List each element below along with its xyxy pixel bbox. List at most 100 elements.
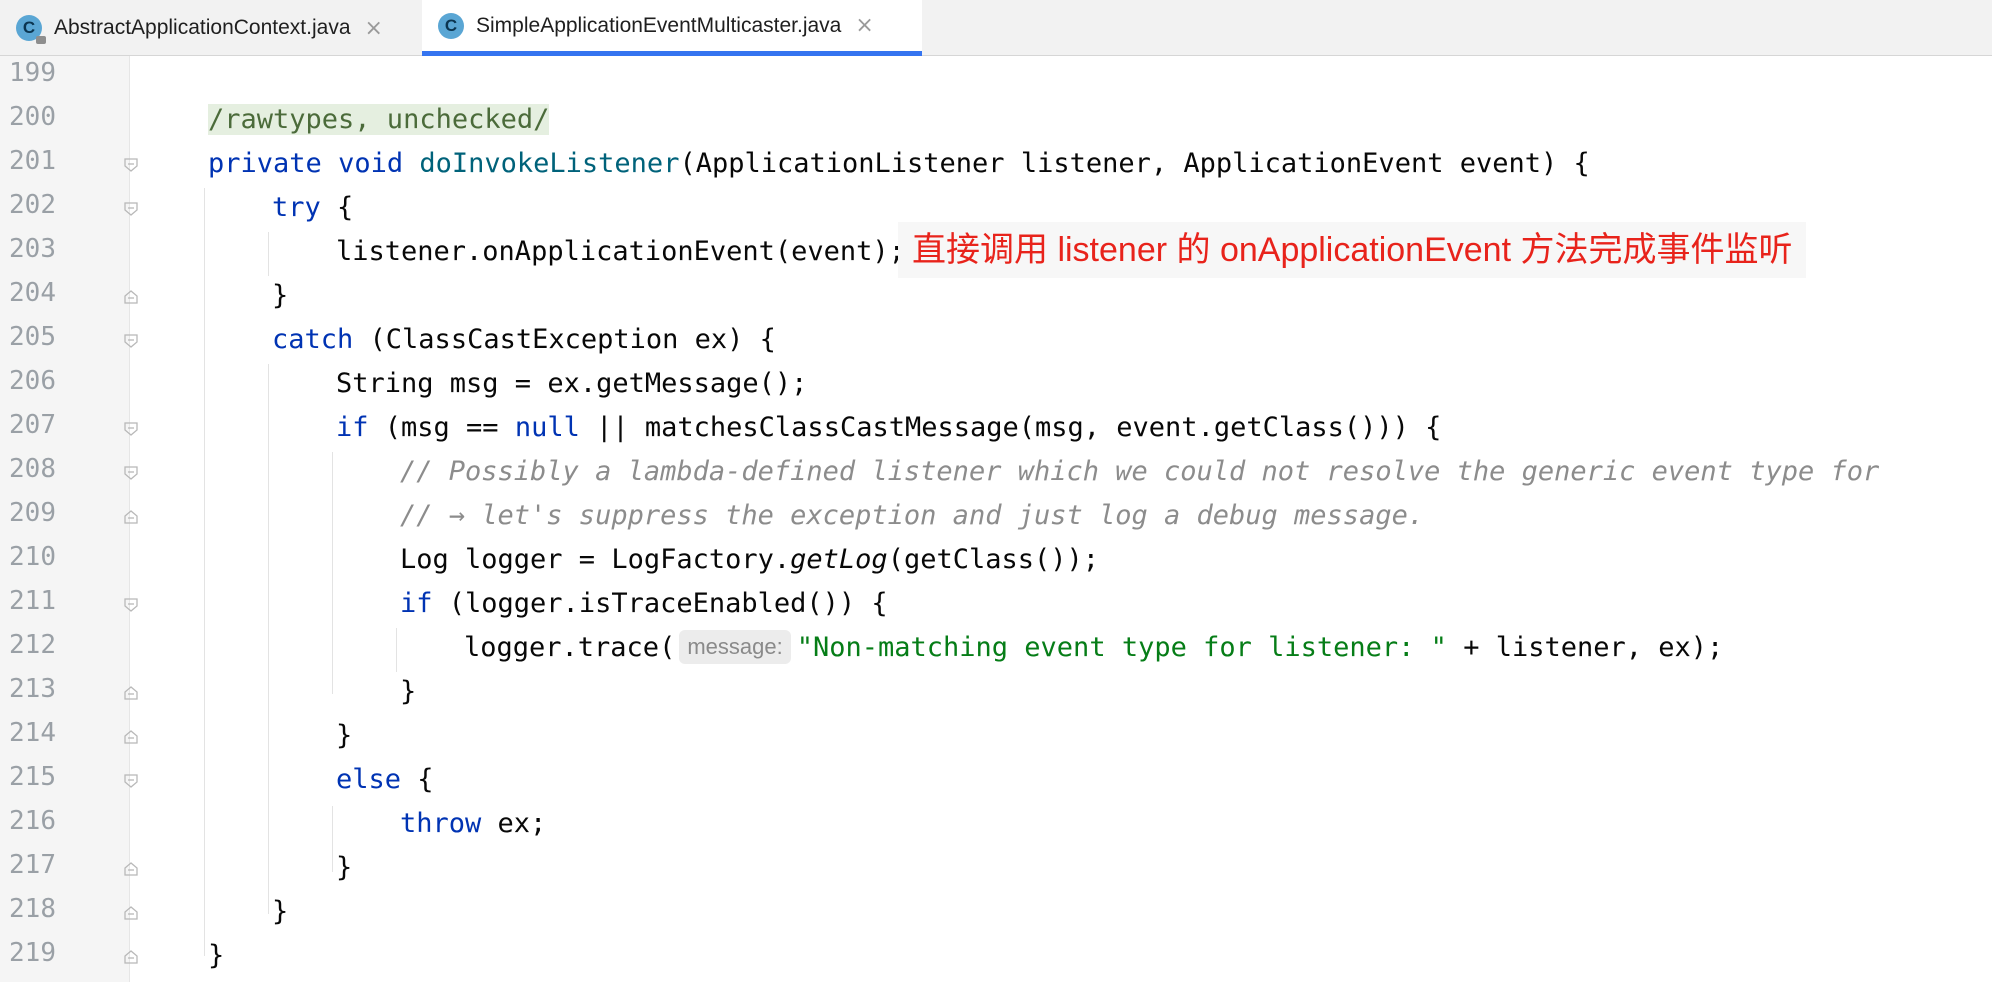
code-line-210: Log logger = LogFactory.getLog(getClass(… — [400, 538, 1099, 582]
code-line-205: catch (ClassCastException ex) { — [272, 318, 776, 362]
code-text: listener.onApplicationEvent(event); — [336, 236, 905, 267]
code-line-203: listener.onApplicationEvent(event); — [336, 230, 905, 274]
fold-open-icon[interactable] — [124, 422, 138, 436]
code-text: (msg == — [368, 412, 515, 443]
code-line-218: } — [272, 890, 288, 934]
fold-open-icon[interactable] — [124, 202, 138, 216]
line-number: 199 — [9, 58, 56, 88]
line-number: 205 — [9, 322, 56, 352]
method-name: doInvokeListener — [419, 148, 680, 179]
line-number: 219 — [9, 938, 56, 968]
keyword: if — [400, 588, 433, 619]
fold-close-icon[interactable] — [124, 510, 138, 524]
keyword: else — [336, 764, 402, 795]
code-line-213: } — [400, 670, 416, 714]
parameter-hint: message: — [679, 630, 791, 664]
code-line-219: } — [208, 934, 224, 978]
keyword: null — [514, 412, 580, 443]
line-number: 216 — [9, 806, 56, 836]
code-text: (logger.isTraceEnabled()) { — [432, 588, 888, 619]
code-line-202: try { — [272, 186, 353, 230]
line-number: 203 — [9, 234, 56, 264]
code-text: } — [336, 852, 353, 883]
code-line-216: throw ex; — [400, 802, 546, 846]
comment: // → let's suppress the exception and ju… — [400, 500, 1425, 531]
code-text: logger.trace( — [464, 632, 676, 663]
line-number: 208 — [9, 454, 56, 484]
close-icon[interactable]: × — [365, 16, 383, 41]
line-number: 207 — [9, 410, 56, 440]
code-line-201: private void doInvokeListener(Applicatio… — [208, 142, 1590, 186]
fold-close-icon[interactable] — [124, 730, 138, 744]
line-number: 200 — [9, 102, 56, 132]
keyword: private — [208, 148, 322, 179]
tab-abstract-application-context[interactable]: C AbstractApplicationContext.java × — [0, 0, 418, 56]
code-line-204: } — [272, 274, 288, 318]
line-number: 218 — [9, 894, 56, 924]
line-number: 202 — [9, 190, 56, 220]
fold-close-icon[interactable] — [124, 862, 138, 876]
close-icon[interactable]: × — [855, 13, 873, 38]
code-line-211: if (logger.isTraceEnabled()) { — [400, 582, 888, 626]
code-text: (ClassCastException ex) { — [353, 324, 776, 355]
keyword: throw — [400, 808, 482, 839]
indent-guide — [332, 452, 333, 694]
keyword: if — [336, 412, 369, 443]
indent-guide — [268, 364, 269, 914]
code-text: Log logger = LogFactory. — [400, 544, 791, 575]
code-text: String msg = ex.getMessage(); — [336, 368, 808, 399]
class-file-icon: C — [438, 12, 464, 39]
fold-close-icon[interactable] — [124, 950, 138, 964]
code-text: || matchesClassCastMessage(msg, event.ge… — [579, 412, 1442, 443]
line-number: 214 — [9, 718, 56, 748]
code-line-206: String msg = ex.getMessage(); — [336, 362, 807, 406]
line-number: 209 — [9, 498, 56, 528]
line-number: 201 — [9, 146, 56, 176]
indent-guide — [204, 188, 205, 956]
indent-guide — [396, 628, 397, 672]
code-text: } — [208, 940, 225, 971]
explanation-note: 直接调用 listener 的 onApplicationEvent 方法完成事… — [898, 222, 1807, 278]
code-line-214: } — [336, 714, 352, 758]
code-line-208: // Possibly a lambda-defined listener wh… — [400, 450, 1879, 494]
fold-close-icon[interactable] — [124, 686, 138, 700]
code-line-217: } — [336, 846, 352, 890]
code-text: } — [400, 676, 417, 707]
code-line-207: if (msg == null || matchesClassCastMessa… — [336, 406, 1441, 450]
line-number: 206 — [9, 366, 56, 396]
fold-open-icon[interactable] — [124, 598, 138, 612]
code-text: } — [336, 720, 353, 751]
comment: // Possibly a lambda-defined listener wh… — [400, 456, 1880, 487]
line-number: 213 — [9, 674, 56, 704]
class-file-icon: C — [16, 15, 46, 44]
fold-open-icon[interactable] — [124, 158, 138, 172]
code-text: (getClass()); — [887, 544, 1100, 575]
code-text: } — [272, 896, 289, 927]
indent-guide — [268, 232, 269, 276]
line-number: 217 — [9, 850, 56, 880]
fold-close-icon[interactable] — [124, 290, 138, 304]
line-number: 212 — [9, 630, 56, 660]
line-number: 210 — [9, 542, 56, 572]
code-line-212: logger.trace(message: "Non-matching event… — [464, 626, 1723, 670]
indent-guide — [332, 806, 333, 872]
fold-open-icon[interactable] — [124, 466, 138, 480]
annotation-text: /rawtypes, unchecked/ — [208, 104, 550, 135]
line-number: 204 — [9, 278, 56, 308]
code-text: { — [320, 192, 354, 223]
code-text: } — [272, 280, 289, 311]
code-text: (ApplicationListener listener, Applicati… — [679, 148, 1590, 179]
line-number: 211 — [9, 586, 56, 616]
code-line-215: else { — [336, 758, 434, 802]
line-number: 215 — [9, 762, 56, 792]
fold-open-icon[interactable] — [124, 334, 138, 348]
code-text: ex; — [481, 808, 547, 839]
tab-label: AbstractApplicationContext.java — [54, 16, 351, 39]
fold-close-icon[interactable] — [124, 906, 138, 920]
static-method-call: getLog — [790, 544, 888, 575]
editor-tab-bar: C AbstractApplicationContext.java × C Si… — [0, 0, 1992, 56]
code-line-200: /rawtypes, unchecked/ — [208, 98, 550, 142]
tab-simple-application-event-multicaster[interactable]: C SimpleApplicationEventMulticaster.java… — [422, 0, 922, 56]
code-text: { — [401, 764, 434, 795]
fold-open-icon[interactable] — [124, 774, 138, 788]
